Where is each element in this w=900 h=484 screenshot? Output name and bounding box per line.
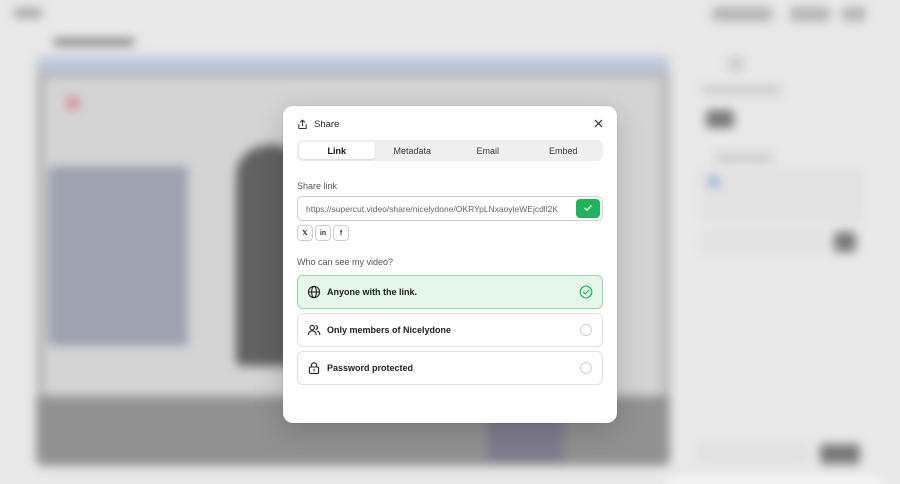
users-icon [307,323,321,337]
x-share-button[interactable]: 𝕏 [297,225,313,241]
share-link-text[interactable]: https://supercut.video/share/nicelydone/… [306,204,570,214]
social-share-row: 𝕏 in f [297,225,349,241]
check-icon [583,200,593,218]
share-icon [297,119,308,130]
close-button[interactable] [589,115,607,133]
option-label: Password protected [327,363,414,373]
visibility-label: Who can see my video? [297,257,394,267]
tab-email[interactable]: Email [450,142,526,159]
share-dialog: Share Link Metadata Email Embed Share li… [283,106,617,423]
option-password-protected[interactable]: Password protected [297,351,603,385]
tab-metadata[interactable]: Metadata [375,142,451,159]
option-anyone-with-link[interactable]: Anyone with the link. [297,275,603,309]
close-icon [594,115,603,133]
radio-button[interactable] [580,362,592,374]
copy-link-button[interactable] [576,199,600,218]
option-label: Only members of Nicelydone [327,325,452,335]
share-link-label: Share link [297,181,338,191]
share-tabs: Link Metadata Email Embed [297,140,603,161]
tab-embed[interactable]: Embed [526,142,602,159]
share-link-field[interactable]: https://supercut.video/share/nicelydone/… [297,196,603,221]
dialog-header: Share [297,119,339,130]
lock-icon [307,361,321,375]
tab-link[interactable]: Link [299,142,375,159]
globe-icon [307,285,321,299]
linkedin-share-button[interactable]: in [315,225,331,241]
option-members-only[interactable]: Only members of Nicelydone [297,313,603,347]
radio-button[interactable] [580,324,592,336]
dialog-title: Share [314,119,340,130]
check-circle-icon [579,285,593,299]
facebook-share-button[interactable]: f [333,225,349,241]
option-label: Anyone with the link. [327,287,418,297]
